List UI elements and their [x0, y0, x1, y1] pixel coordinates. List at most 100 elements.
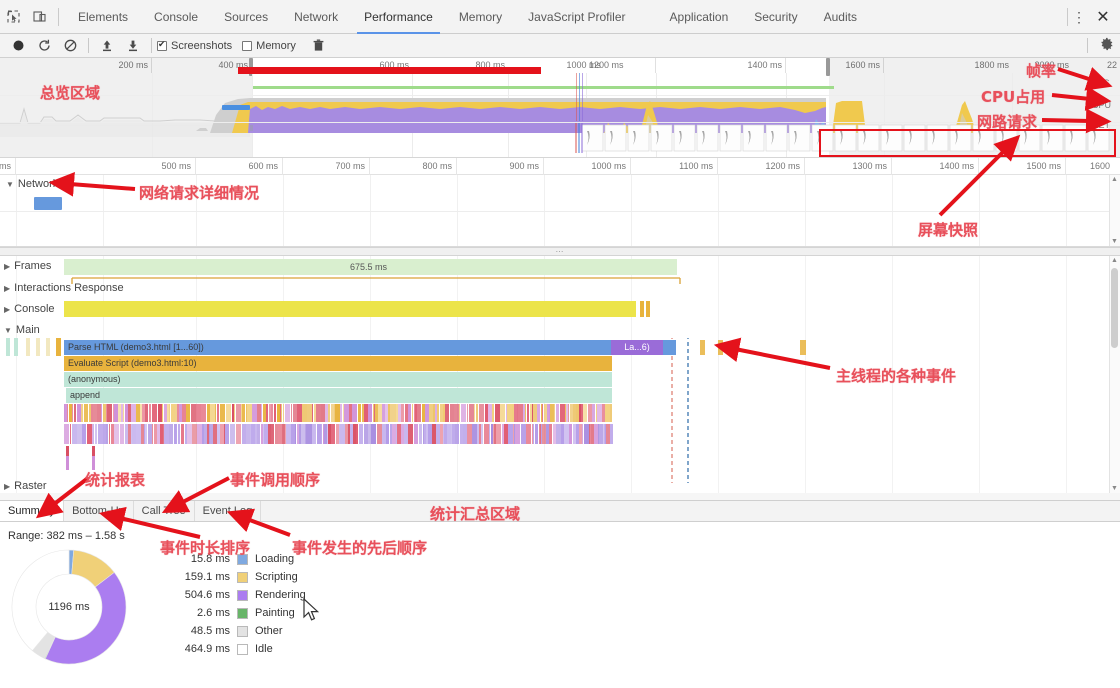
- more-options-icon[interactable]: ⋮: [1068, 9, 1090, 26]
- legend-row[interactable]: 2.6 ms Painting: [168, 604, 306, 622]
- chevron-right-icon: ▶: [4, 262, 10, 271]
- toolbar-divider: [1087, 38, 1088, 53]
- mouse-cursor: [303, 598, 320, 622]
- load-profile-icon[interactable]: [94, 34, 120, 58]
- legend-swatch-rendering: [237, 590, 248, 601]
- track-header-main[interactable]: ▼ Main: [4, 324, 40, 336]
- annotation-cpu: CPU占用: [981, 86, 1045, 107]
- legend-row[interactable]: 504.6 ms Rendering: [168, 586, 306, 604]
- chevron-right-icon: ▶: [4, 284, 10, 293]
- flame-bar-layout[interactable]: La...6): [611, 340, 663, 355]
- summary-legend: 15.8 ms Loading 159.1 ms Scripting 504.6…: [168, 550, 306, 658]
- annotation-main-thread-events: 主线程的各种事件: [836, 365, 956, 386]
- collect-garbage-icon[interactable]: [306, 34, 332, 58]
- clear-button[interactable]: [57, 34, 83, 58]
- record-button[interactable]: [5, 34, 31, 58]
- devtools-tab-list: Elements Console Sources Network Perform…: [65, 0, 870, 34]
- tab-bottom-up[interactable]: Bottom-Up: [64, 501, 134, 521]
- track-header-console[interactable]: ▶ Console: [4, 303, 55, 315]
- tab-audits[interactable]: Audits: [811, 0, 870, 34]
- flame-bar-event: [700, 340, 705, 355]
- legend-row[interactable]: 159.1 ms Scripting: [168, 568, 306, 586]
- detail-view-tabbar: Summary Bottom-Up Call Tree Event Log: [0, 500, 1120, 522]
- legend-swatch-scripting: [237, 572, 248, 583]
- flame-bar-append[interactable]: append: [66, 388, 612, 403]
- legend-name: Scripting: [255, 571, 298, 583]
- track-label-console: Console: [14, 303, 54, 315]
- network-track-label: Network: [18, 178, 58, 190]
- scroll-down-icon[interactable]: ▼: [1111, 238, 1118, 245]
- tab-application[interactable]: Application: [657, 0, 742, 34]
- inspect-element-icon[interactable]: [0, 0, 26, 34]
- gear-icon[interactable]: [1100, 37, 1114, 54]
- toggle-device-toolbar-icon[interactable]: [26, 0, 52, 34]
- legend-swatch-painting: [237, 608, 248, 619]
- devtools-tabbar: Elements Console Sources Network Perform…: [0, 0, 1120, 34]
- close-icon[interactable]: ✕: [1090, 7, 1116, 27]
- ruler-tick: 1400 ms: [892, 158, 979, 175]
- network-scrollbar[interactable]: ▲ ▼: [1109, 175, 1120, 246]
- highlight-band-overview: [238, 67, 541, 74]
- tab-console[interactable]: Console: [141, 0, 211, 34]
- pane-splitter[interactable]: ⋯: [0, 247, 1120, 256]
- track-label-frames: Frames: [14, 260, 51, 272]
- tabbar-right-controls: ⋮ ✕: [1067, 0, 1116, 34]
- screenshots-checkbox[interactable]: Screenshots: [157, 40, 232, 52]
- flame-bar-event: [718, 340, 723, 355]
- track-header-frames[interactable]: ▶ Frames: [4, 260, 51, 272]
- tab-security[interactable]: Security: [741, 0, 810, 34]
- overview-event-marker: [579, 73, 580, 121]
- tab-javascript-profiler[interactable]: JavaScript Profiler: [515, 0, 638, 34]
- ruler-tick: 500 ms: [16, 158, 196, 175]
- save-profile-icon[interactable]: [120, 34, 146, 58]
- ruler-tick: 1100 ms: [631, 158, 718, 175]
- flame-bar-parse-html[interactable]: Parse HTML (demo3.html [1...60]): [64, 340, 676, 355]
- memory-checkbox[interactable]: Memory: [242, 40, 296, 52]
- legend-name: Other: [255, 625, 283, 637]
- flame-scrollbar[interactable]: ▲ ▼: [1109, 256, 1120, 500]
- legend-name: Idle: [255, 643, 273, 655]
- reload-and-record-button[interactable]: [31, 34, 57, 58]
- tab-performance[interactable]: Performance: [351, 0, 446, 34]
- network-track-header[interactable]: ▼ Network: [6, 178, 58, 190]
- network-request-bar[interactable]: [34, 197, 62, 210]
- tab-event-log[interactable]: Event Log: [195, 501, 262, 521]
- tab-summary[interactable]: Summary: [0, 501, 64, 521]
- ruler-tick: 1600: [1066, 158, 1114, 175]
- annotation-event-duration-sort: 事件时长排序: [160, 537, 250, 558]
- flame-bar-event: [800, 340, 806, 355]
- screenshots-label: Screenshots: [171, 40, 232, 52]
- track-header-interactions[interactable]: ▶ Interactions Response: [4, 282, 124, 294]
- ruler-tick: 900 ms: [457, 158, 544, 175]
- ruler-tick: 700 ms: [283, 158, 370, 175]
- summary-donut-chart: 1196 ms: [10, 548, 140, 668]
- console-band[interactable]: [64, 301, 636, 317]
- overview-network-bar: [222, 105, 250, 110]
- chevron-right-icon: ▶: [4, 482, 10, 491]
- checkbox-box: [157, 41, 167, 51]
- annotation-network-detail: 网络请求详细情况: [139, 182, 259, 203]
- annotation-stats-summary-area: 统计汇总区域: [430, 503, 520, 524]
- tab-call-tree[interactable]: Call Tree: [134, 501, 195, 521]
- flame-bar-evaluate-script[interactable]: Evaluate Script (demo3.html:10): [64, 356, 612, 371]
- legend-row[interactable]: 464.9 ms Idle: [168, 640, 306, 658]
- tab-network[interactable]: Network: [281, 0, 351, 34]
- scroll-down-icon[interactable]: ▼: [1111, 485, 1118, 492]
- legend-row[interactable]: 48.5 ms Other: [168, 622, 306, 640]
- scroll-up-icon[interactable]: ▲: [1111, 176, 1118, 183]
- flame-bar-anonymous[interactable]: (anonymous): [64, 372, 612, 387]
- scroll-up-icon[interactable]: ▲: [1111, 257, 1118, 264]
- chevron-down-icon: ▼: [6, 180, 14, 189]
- track-header-raster[interactable]: ▶ Raster: [4, 480, 47, 492]
- tab-elements[interactable]: Elements: [65, 0, 141, 34]
- filmstrip-frame: [651, 125, 672, 151]
- flame-hscrollbar[interactable]: [0, 493, 1120, 500]
- legend-name: Painting: [255, 607, 295, 619]
- annotation-event-sequence: 事件发生的先后顺序: [292, 537, 427, 558]
- filmstrip-frame: [743, 125, 764, 151]
- tab-sources[interactable]: Sources: [211, 0, 281, 34]
- tab-memory[interactable]: Memory: [446, 0, 515, 34]
- annotation-overview-area: 总览区域: [40, 82, 100, 103]
- detail-timeline-ruler: ms 500 ms 600 ms 700 ms 800 ms 900 ms 10…: [0, 158, 1120, 175]
- filmstrip-frame: [789, 125, 810, 151]
